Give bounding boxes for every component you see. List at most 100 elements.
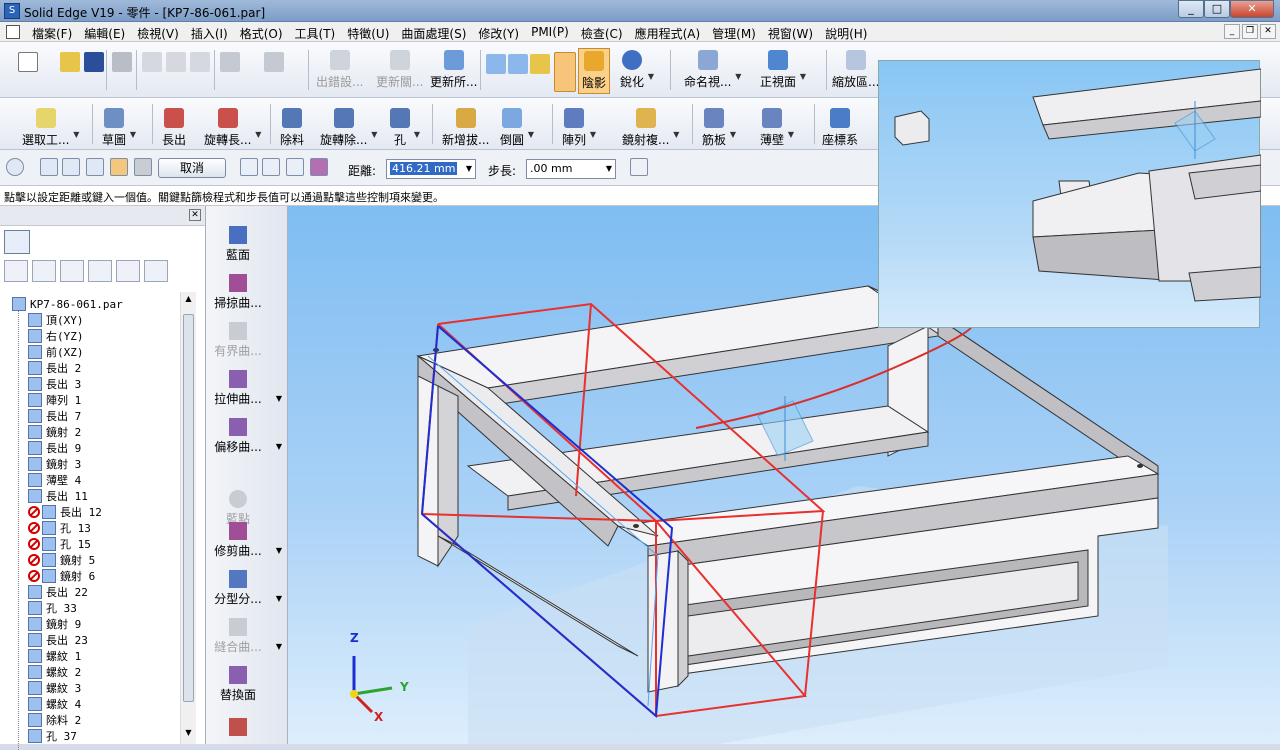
tree-item[interactable]: 薄壁 4 [28,472,81,488]
direction-left-icon[interactable] [240,158,258,176]
chevron-down-icon[interactable]: ▼ [276,642,282,651]
pathfinder-scrollbar[interactable]: ▲ ▼ [180,292,196,744]
add-draft-button[interactable]: 新增拔... [442,108,489,148]
menu-modify[interactable]: 修改(Y) [472,25,525,42]
scroll-thumb[interactable] [183,314,194,702]
sketch-button[interactable]: 草圖 ▼ [102,108,136,148]
minimize-button[interactable]: _ [1178,0,1204,18]
chevron-down-icon[interactable]: ▼ [606,160,612,178]
tab-features-icon[interactable] [60,260,84,282]
tree-item[interactable]: 孔 15 [28,536,91,552]
chevron-down-icon[interactable]: ▼ [735,72,741,81]
zoom-area-button[interactable]: 縮放區... [832,50,879,90]
new-file-icon[interactable] [18,52,38,72]
tree-item[interactable]: 除料 2 [28,712,81,728]
print-icon[interactable] [112,52,132,72]
body-select-icon[interactable] [86,158,104,176]
chevron-down-icon[interactable]: ▼ [788,130,794,139]
replace-face-button[interactable]: 替換面 [206,666,270,703]
mirror-copy-button[interactable]: 鏡射複... ▼ [622,108,679,148]
menu-pmi[interactable]: PMI(P) [525,25,575,42]
tree-item[interactable]: 螺紋 1 [28,648,81,664]
tree-item[interactable]: 長出 11 [28,488,88,504]
chevron-down-icon[interactable]: ▼ [673,130,679,139]
tree-item[interactable]: 右(YZ) [28,328,84,344]
shading-button[interactable]: 陰影 [578,48,610,94]
tree-item[interactable]: 螺紋 4 [28,696,81,712]
menu-inspect[interactable]: 檢查(C) [575,25,629,42]
protrusion-button[interactable]: 長出 [162,108,186,148]
tree-item[interactable]: 螺紋 3 [28,680,81,696]
tree-item[interactable]: 鏡射 9 [28,616,81,632]
chevron-down-icon[interactable]: ▼ [371,130,377,139]
menu-view[interactable]: 檢視(V) [131,25,185,42]
tree-item[interactable]: 長出 12 [28,504,102,520]
face-select-icon[interactable] [40,158,58,176]
distance-input[interactable]: 416.21 mm ▼ [386,159,476,179]
tree-item[interactable]: 長出 9 [28,440,81,456]
update-all-button[interactable]: 更新所... [430,50,477,90]
round-button[interactable]: 倒圓 ▼ [500,108,534,148]
menu-manage[interactable]: 管理(M) [706,25,762,42]
shaded-with-edges-toggle[interactable] [554,52,576,92]
chain-select-icon[interactable] [62,158,80,176]
mdi-close-button[interactable]: ✕ [1260,24,1276,39]
undo-icon[interactable] [220,52,240,72]
tree-item[interactable]: 長出 7 [28,408,81,424]
menu-format[interactable]: 格式(O) [234,25,289,42]
chevron-down-icon[interactable]: ▼ [130,130,136,139]
tab-layers-icon[interactable] [32,260,56,282]
open-folder-icon[interactable] [60,52,80,72]
menu-window[interactable]: 視窗(W) [762,25,819,42]
menu-edit[interactable]: 編輯(E) [78,25,131,42]
chevron-down-icon[interactable]: ▼ [590,130,596,139]
chevron-down-icon[interactable]: ▼ [276,394,282,403]
tree-item[interactable]: 頂(XY) [28,312,84,328]
tab-sensors-icon[interactable] [144,260,168,282]
select-tool-button[interactable]: 選取工... ▼ [22,108,79,148]
cutout-button[interactable]: 除料 [280,108,304,148]
chevron-down-icon[interactable]: ▼ [730,130,736,139]
menu-file[interactable]: 檔案(F) [26,25,78,42]
tree-item[interactable]: 鏡射 2 [28,424,81,440]
direction-center-icon[interactable] [262,158,280,176]
blue-surface-button[interactable]: 藍面 [206,226,270,263]
shaded-edges-icon[interactable] [530,54,550,74]
step-select-icon[interactable] [110,158,128,176]
solid-edge-app-icon[interactable]: S [4,3,20,19]
copy-icon[interactable] [166,52,186,72]
tab-colors-icon[interactable] [116,260,140,282]
tree-item[interactable]: 長出 22 [28,584,88,600]
chevron-down-icon[interactable]: ▼ [528,130,534,139]
chevron-down-icon[interactable]: ▼ [255,130,261,139]
visible-edges-icon[interactable] [508,54,528,74]
split-surface-button[interactable]: 分型分... ▼ [206,570,282,607]
thin-wall-button[interactable]: 薄壁 ▼ [760,108,794,148]
options-icon[interactable] [6,158,24,176]
feature-pathfinder-tab[interactable] [4,230,30,254]
update-links-button[interactable]: 更新關... [376,50,423,90]
tree-item[interactable]: 鏡射 3 [28,456,81,472]
tab-tree-icon[interactable] [4,260,28,282]
swept-surface-button[interactable]: 掃掠曲... [206,274,270,311]
tree-item[interactable]: 陣列 1 [28,392,81,408]
chevron-down-icon[interactable]: ▼ [276,594,282,603]
offset-surface-button[interactable]: 偏移曲... ▼ [206,418,282,455]
chevron-down-icon[interactable]: ▼ [800,72,806,81]
tab-library-icon[interactable] [88,260,112,282]
extruded-surface-button[interactable]: 拉伸曲... ▼ [206,370,282,407]
scroll-down-icon[interactable]: ▼ [183,728,194,742]
chevron-down-icon[interactable]: ▼ [466,160,472,178]
tree-item[interactable]: 鏡射 5 [28,552,95,568]
pattern-button[interactable]: 陣列 ▼ [562,108,596,148]
bounded-surface-button[interactable]: 有界曲... [206,322,270,359]
menu-insert[interactable]: 插入(I) [185,25,234,42]
rib-button[interactable]: 筋板 ▼ [702,108,736,148]
revolved-protrusion-button[interactable]: 旋轉長... ▼ [204,108,261,148]
paste-icon[interactable] [190,52,210,72]
wireframe-icon[interactable] [486,54,506,74]
menu-features[interactable]: 特徵(U) [341,25,395,42]
tree-item[interactable]: 長出 23 [28,632,88,648]
chevron-down-icon[interactable]: ▼ [73,130,79,139]
swap-direction-icon[interactable] [630,158,648,176]
